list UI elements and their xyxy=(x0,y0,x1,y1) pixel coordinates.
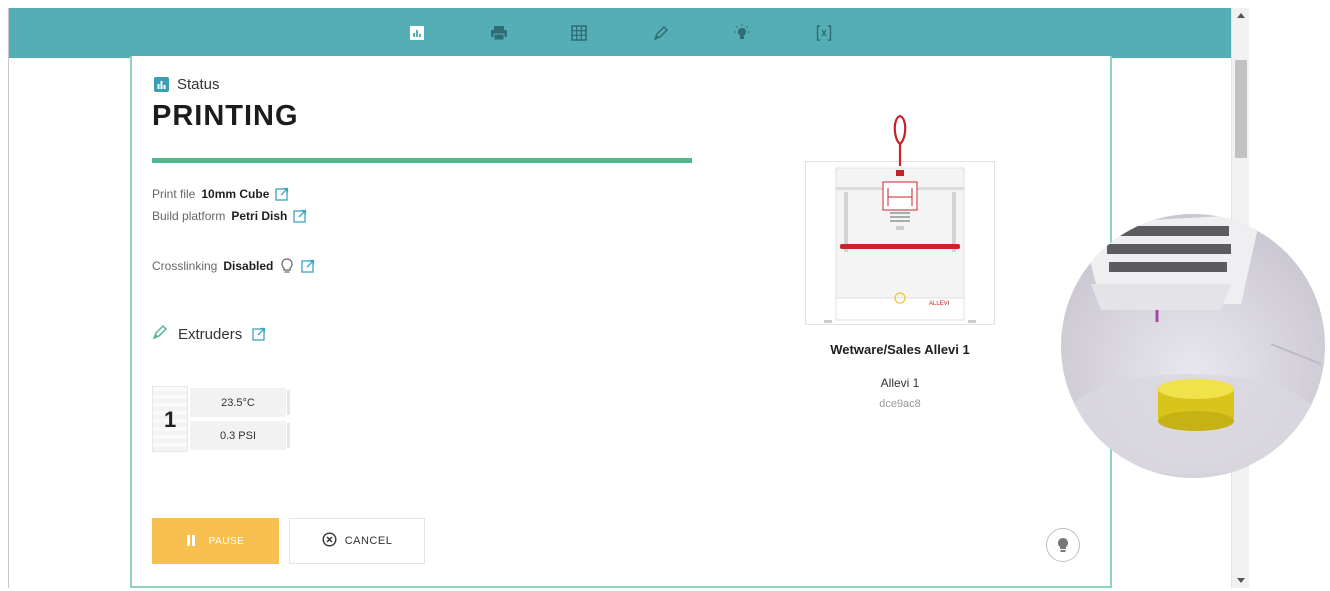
printer-icon[interactable] xyxy=(487,21,511,45)
pause-button-label: PAUSE xyxy=(208,535,245,547)
top-toolbar xyxy=(9,8,1232,58)
cancel-circle-x-icon xyxy=(322,532,337,550)
light-bulb-icon[interactable] xyxy=(730,21,754,45)
status-heading: Status xyxy=(177,76,220,93)
status-header: Status xyxy=(154,76,220,93)
extruders-heading: Extruders xyxy=(178,325,243,343)
open-external-icon[interactable] xyxy=(252,327,266,341)
pause-button[interactable]: PAUSE xyxy=(152,518,279,564)
build-platform-row: Build platform Petri Dish xyxy=(152,209,307,223)
light-toggle-button[interactable] xyxy=(1046,528,1080,562)
scrollbar-thumb[interactable] xyxy=(1235,60,1247,158)
extruder-temperature: 23.5°C xyxy=(190,388,290,417)
print-state: PRINTING xyxy=(152,100,299,132)
status-chart-icon[interactable] xyxy=(405,21,429,45)
printer-illustration: ALLEVI xyxy=(805,161,995,325)
build-platform-label: Build platform xyxy=(152,209,226,223)
code-bracket-icon[interactable] xyxy=(812,21,836,45)
light-bulb-icon xyxy=(1058,538,1068,552)
open-external-icon[interactable] xyxy=(293,209,307,223)
crosslinking-value: Disabled xyxy=(223,259,274,273)
print-file-label: Print file xyxy=(152,187,196,201)
camera-feed xyxy=(1061,214,1325,478)
light-bulb-outline-icon xyxy=(279,257,295,275)
extruder-card[interactable]: 1 23.5°C 0.3 PSI xyxy=(152,386,292,452)
print-file-row: Print file 10mm Cube xyxy=(152,187,289,201)
cancel-button-label: CANCEL xyxy=(344,535,393,547)
extruder-number: 1 xyxy=(152,386,188,452)
printer-logo-text: ALLEVI xyxy=(929,301,950,307)
print-file-value: 10mm Cube xyxy=(201,187,270,201)
printer-cable-icon xyxy=(893,114,907,166)
printer-id: dce9ac8 xyxy=(879,398,921,410)
extruder-pressure: 0.3 PSI xyxy=(190,421,290,450)
printer-name: Wetware/Sales Allevi 1 xyxy=(830,342,970,357)
status-chart-icon xyxy=(154,77,169,92)
printer-model: Allevi 1 xyxy=(880,376,920,390)
status-card: Status PRINTING Print file 10mm Cube Bui… xyxy=(130,56,1112,588)
grid-icon[interactable] xyxy=(567,21,591,45)
crosslinking-row: Crosslinking Disabled xyxy=(152,257,315,275)
extruder-number-label: 1 xyxy=(164,407,177,432)
build-platform-value: Petri Dish xyxy=(231,209,288,223)
cancel-button[interactable]: CANCEL xyxy=(289,518,425,564)
open-external-icon[interactable] xyxy=(275,187,289,201)
scroll-down-arrow-icon[interactable] xyxy=(1232,574,1250,588)
pen-icon[interactable] xyxy=(649,21,673,45)
open-external-icon[interactable] xyxy=(301,259,315,273)
pen-icon xyxy=(152,324,168,344)
crosslinking-label: Crosslinking xyxy=(152,259,218,273)
scroll-up-arrow-icon[interactable] xyxy=(1232,8,1250,22)
extruders-header: Extruders xyxy=(152,324,266,344)
pause-icon xyxy=(186,534,197,549)
print-progress-fill xyxy=(152,158,692,163)
print-progress-bar xyxy=(152,158,692,163)
